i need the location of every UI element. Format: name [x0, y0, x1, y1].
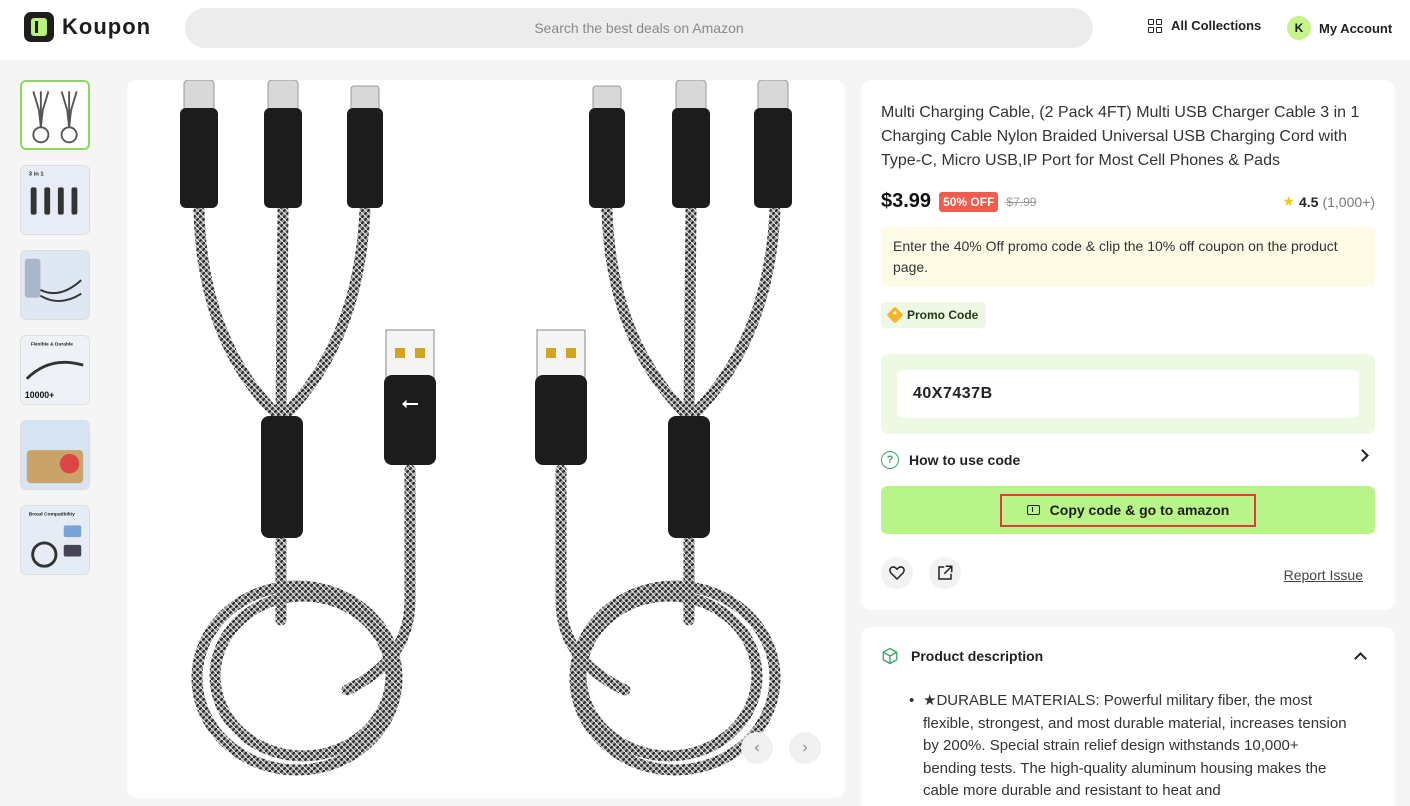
product-description-title: Product description	[911, 648, 1044, 664]
thumbnail-4[interactable]: Flexible & Durable 10000+	[20, 335, 90, 405]
grid-icon	[1148, 18, 1162, 33]
share-icon	[938, 565, 953, 580]
copy-code-button[interactable]: Copy code & go to amazon	[881, 486, 1375, 534]
share-button[interactable]	[929, 557, 961, 589]
thumb-caption: Broad Compatibility	[29, 512, 75, 518]
svg-text:⭠: ⭠	[401, 391, 419, 416]
thumbnail-1[interactable]	[20, 80, 90, 150]
question-icon: ?	[881, 451, 899, 469]
promo-code-tag-label: Promo Code	[907, 308, 979, 322]
cable-thumbnail-image: Broad Compatibility	[21, 506, 89, 574]
price-row: $3.99 50% OFF $7.99	[881, 190, 1036, 213]
chevron-left-icon: ‹	[754, 739, 760, 756]
top-header: Koupon All Collections K My Account	[0, 0, 1410, 60]
promo-code-value[interactable]: 40X7437B	[897, 370, 1359, 418]
cable-thumbnail-image: 3 in 1	[21, 166, 89, 234]
original-price: $7.99	[1006, 194, 1037, 209]
search-bar[interactable]	[185, 8, 1093, 48]
prev-image-button[interactable]: ‹	[741, 732, 773, 764]
my-account-label: My Account	[1319, 20, 1393, 36]
product-info-panel: Multi Charging Cable, (2 Pack 4FT) Multi…	[861, 80, 1395, 610]
heart-icon	[889, 566, 905, 580]
promo-instructions: Enter the 40% Off promo code & clip the …	[881, 227, 1375, 287]
chevron-right-icon: ›	[802, 739, 808, 756]
how-to-use-code-row[interactable]: ? How to use code	[881, 448, 1375, 472]
thumbnail-6[interactable]: Broad Compatibility	[20, 505, 90, 575]
thumb-caption: Flexible & Durable	[31, 342, 74, 348]
logo-icon	[24, 12, 54, 42]
all-collections-link[interactable]: All Collections	[1148, 18, 1261, 33]
thumbnail-2[interactable]: 3 in 1	[20, 165, 90, 235]
thumbnail-3[interactable]	[20, 250, 90, 320]
promo-code-box: 40X7437B	[881, 354, 1375, 434]
thumb-badge: 10000+	[25, 390, 54, 400]
report-issue-link[interactable]: Report Issue	[1284, 567, 1363, 583]
copy-code-button-inner: Copy code & go to amazon	[1000, 493, 1256, 527]
promo-code-tag: Promo Code	[881, 302, 987, 328]
discount-badge: 50% OFF	[939, 191, 999, 212]
all-collections-label: All Collections	[1171, 18, 1262, 33]
chevron-right-icon	[1356, 449, 1369, 462]
product-description-section: Product description ★DURABLE MATERIALS: …	[861, 627, 1395, 806]
product-description-header[interactable]: Product description	[881, 647, 1375, 665]
copy-code-label: Copy code & go to amazon	[1049, 502, 1230, 518]
next-image-button[interactable]: ›	[789, 732, 821, 764]
cable-product-image: ⭠	[180, 80, 792, 776]
favorite-button[interactable]	[881, 557, 913, 589]
rating-value: 4.5	[1298, 193, 1319, 210]
logo-text: Koupon	[62, 14, 152, 39]
description-bullet: ★DURABLE MATERIALS: Powerful military fi…	[909, 690, 1349, 803]
thumbnail-list: 3 in 1 Flexible & Durable 10000+ Broad C…	[20, 80, 90, 590]
cable-thumbnail-image	[21, 251, 89, 319]
thumbnail-5[interactable]	[20, 420, 90, 490]
chevron-up-icon	[1354, 652, 1367, 665]
box-icon	[882, 647, 898, 665]
thumb-caption: 3 in 1	[29, 172, 45, 178]
star-icon: ★	[1282, 193, 1295, 209]
logo[interactable]: Koupon	[24, 12, 151, 42]
ticket-icon	[1026, 505, 1040, 515]
cable-thumbnail-image: Flexible & Durable 10000+	[21, 336, 89, 404]
how-to-use-code-label: How to use code	[909, 452, 1021, 468]
cable-thumbnail-image	[21, 421, 89, 489]
rating-count: (1,000+)	[1322, 193, 1375, 210]
main-product-image: ⭠ ‹ ›	[127, 80, 845, 798]
description-list: ★DURABLE MATERIALS: Powerful military fi…	[909, 690, 1349, 803]
avatar: K	[1287, 16, 1311, 40]
cable-thumbnail-image	[22, 82, 88, 148]
rating: ★ 4.5 (1,000+)	[1282, 193, 1375, 210]
my-account-link[interactable]: K My Account	[1287, 16, 1392, 40]
search-input[interactable]	[185, 20, 1093, 36]
tag-icon	[886, 306, 904, 324]
product-title: Multi Charging Cable, (2 Pack 4FT) Multi…	[881, 104, 1360, 169]
current-price: $3.99	[881, 190, 932, 212]
